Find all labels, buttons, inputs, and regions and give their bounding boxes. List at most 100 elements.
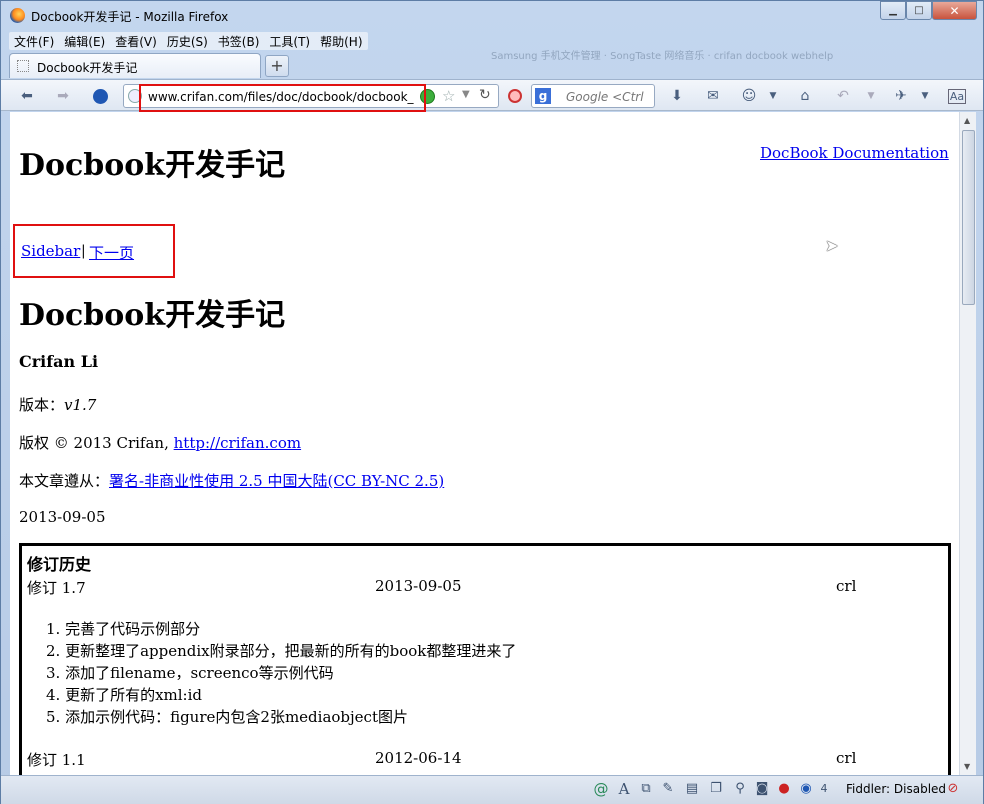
google-engine-icon[interactable]: g xyxy=(535,88,551,104)
menu-edit[interactable]: 编辑(E) xyxy=(59,32,110,50)
menu-file[interactable]: 文件(F) xyxy=(9,32,59,50)
search-icon[interactable]: ⚲ xyxy=(732,781,748,797)
license-link[interactable]: 署名-非商业性使用 2.5 中国大陆(CC BY-NC 2.5) xyxy=(109,472,444,490)
chevron-down-icon: ▼ xyxy=(867,91,875,101)
title-bar: Docbook开发手记 - Mozilla Firefox ▁ □ ✕ xyxy=(1,1,984,31)
chevron-down-icon: ▼ xyxy=(921,91,929,101)
close-icon: ✕ xyxy=(949,3,960,18)
list-item: 1. 完善了代码示例部分 xyxy=(46,620,201,638)
revision-number: 修订 1.1 xyxy=(27,751,86,769)
url-dropdown-icon[interactable]: ▼ xyxy=(462,89,470,100)
mouse-cursor-icon: ➤ xyxy=(825,236,839,255)
back-arrow-icon: ⬅ xyxy=(21,88,33,104)
docbook-documentation-link[interactable]: DocBook Documentation xyxy=(760,144,949,162)
menu-view[interactable]: 查看(V) xyxy=(110,32,162,50)
maximize-button[interactable]: □ xyxy=(906,1,932,20)
copyright-line: 版权 © 2013 Crifan, http://crifan.com xyxy=(19,432,301,453)
browser-window: Docbook开发手记 - Mozilla Firefox ▁ □ ✕ 文件(F… xyxy=(0,0,984,804)
license-text: 本文章遵从： xyxy=(19,472,110,490)
menu-help[interactable]: 帮助(H) xyxy=(315,32,367,50)
adblock-button[interactable] xyxy=(505,85,525,107)
revision-changes-list: 1. 完善了代码示例部分 2. 更新整理了appendix附录部分，把最新的所有… xyxy=(46,618,516,728)
crifan-link[interactable]: http://crifan.com xyxy=(174,434,301,452)
maximize-icon: □ xyxy=(914,5,924,16)
smiley-icon: ☺ xyxy=(741,88,757,104)
menu-bookmarks[interactable]: 书签(B) xyxy=(213,32,265,50)
download-arrow-icon: ⬇ xyxy=(671,88,683,104)
scroll-down-icon[interactable]: ▼ xyxy=(964,762,970,771)
window-icon[interactable]: ❐ xyxy=(708,781,724,797)
at-sign-icon[interactable]: @ xyxy=(593,781,609,797)
reload-icon[interactable]: ↻ xyxy=(479,87,491,103)
screenshot-icon[interactable]: ⧉ xyxy=(638,781,654,797)
menu-tools[interactable]: 工具(T) xyxy=(264,32,315,50)
menu-bar: 文件(F) 编辑(E) 查看(V) 历史(S) 书签(B) 工具(T) 帮助(H… xyxy=(9,32,368,50)
menu-dropdown-button[interactable]: ▼ xyxy=(767,85,779,107)
list-item: 3. 添加了filename，screenco等示例代码 xyxy=(46,664,334,682)
toolbar-icon[interactable]: ▤ xyxy=(684,781,700,797)
forward-arrow-icon: ➡ xyxy=(57,88,69,104)
version-value: v1.7 xyxy=(64,396,97,414)
list-item: 2. 更新整理了appendix附录部分，把最新的所有的book都整理进来了 xyxy=(46,642,517,660)
book-heading: Docbook开发手记 xyxy=(19,298,286,333)
status-bar: @ A ⧉ ✎ ▤ ❐ ⚲ ◙ ● ◉ 4 Fiddler: Disabled … xyxy=(1,775,983,804)
window-title: Docbook开发手记 - Mozilla Firefox xyxy=(31,10,229,24)
bookmark-star-icon[interactable]: ☆ xyxy=(442,87,455,105)
scrollbar-thumb[interactable] xyxy=(962,130,975,305)
undo-icon: ↶ xyxy=(837,88,849,104)
tab-docbook[interactable]: Docbook开发手记 xyxy=(9,53,261,78)
minimize-icon: ▁ xyxy=(889,5,897,16)
extension-icon: ✉ xyxy=(707,88,719,104)
camera-icon[interactable]: ◙ xyxy=(754,781,770,797)
forward-button[interactable]: ➡ xyxy=(51,85,75,107)
adblock-status-icon[interactable]: ⊘ xyxy=(945,781,961,797)
blue-circle-icon xyxy=(92,88,108,104)
page-favicon-icon xyxy=(17,60,29,72)
bug-icon: ✈ xyxy=(895,88,907,104)
record-icon[interactable]: ● xyxy=(776,781,792,797)
reader-button[interactable]: Aa xyxy=(947,85,967,107)
revision-date: 2012-06-14 xyxy=(375,749,462,767)
addon-2-button[interactable]: ✉ xyxy=(703,85,723,107)
font-icon[interactable]: A xyxy=(616,781,632,797)
addon-3-button[interactable]: ☺ xyxy=(739,85,759,107)
back-button[interactable]: ⬅ xyxy=(15,85,39,107)
undo-close-button[interactable]: ↶ xyxy=(833,85,853,107)
downloads-button[interactable]: ⬇ xyxy=(667,85,687,107)
revision-history-table: 修订历史 修订 1.7 2013-09-05 crl 1. 完善了代码示例部分 … xyxy=(19,543,951,775)
version-label: 版本： xyxy=(19,396,65,414)
addon-button[interactable] xyxy=(89,85,111,107)
author-name: Crifan Li xyxy=(19,352,99,371)
menu-history[interactable]: 历史(S) xyxy=(162,32,213,50)
new-tab-button[interactable]: + xyxy=(265,55,289,77)
revision-author: crl xyxy=(836,577,857,595)
fiddler-status[interactable]: Fiddler: Disabled xyxy=(846,782,946,796)
minimize-button[interactable]: ▁ xyxy=(880,1,906,20)
undo-dropdown-button[interactable]: ▼ xyxy=(865,85,877,107)
font-aa-icon: Aa xyxy=(947,88,967,104)
chevron-down-icon: ▼ xyxy=(769,91,777,101)
search-bar[interactable]: g Google <Ctrl xyxy=(531,84,655,108)
copyright-text: 版权 © 2013 Crifan, xyxy=(19,434,169,452)
adblock-icon xyxy=(508,89,522,103)
globe-icon[interactable]: ◉ xyxy=(798,781,814,797)
list-item: 4. 更新了所有的xml:id xyxy=(46,686,203,704)
firefox-logo-icon xyxy=(10,8,25,23)
vertical-scrollbar[interactable]: ▲ ▼ xyxy=(959,112,976,775)
license-line: 本文章遵从：署名-非商业性使用 2.5 中国大陆(CC BY-NC 2.5) xyxy=(19,470,444,491)
list-item: 5. 添加示例代码：figure内包含2张mediaobject图片 xyxy=(46,708,408,726)
search-input[interactable]: Google <Ctrl xyxy=(566,90,644,104)
close-button[interactable]: ✕ xyxy=(932,1,977,20)
home-button[interactable]: ⌂ xyxy=(795,85,815,107)
url-highlight-box xyxy=(139,84,426,112)
brush-icon[interactable]: ✎ xyxy=(660,781,676,797)
page-content: Docbook开发手记 DocBook Documentation Sideba… xyxy=(10,112,959,775)
background-window-tabs: Samsung 手机文件管理 · SongTaste 网络音乐 · crifan… xyxy=(491,51,834,62)
status-count: 4 xyxy=(820,782,828,795)
home-icon: ⌂ xyxy=(800,88,810,104)
revision-number: 修订 1.7 xyxy=(27,579,86,597)
firebug-dropdown-button[interactable]: ▼ xyxy=(919,85,931,107)
publish-date: 2013-09-05 xyxy=(19,508,106,526)
scroll-up-icon[interactable]: ▲ xyxy=(964,116,970,125)
firebug-button[interactable]: ✈ xyxy=(891,85,911,107)
